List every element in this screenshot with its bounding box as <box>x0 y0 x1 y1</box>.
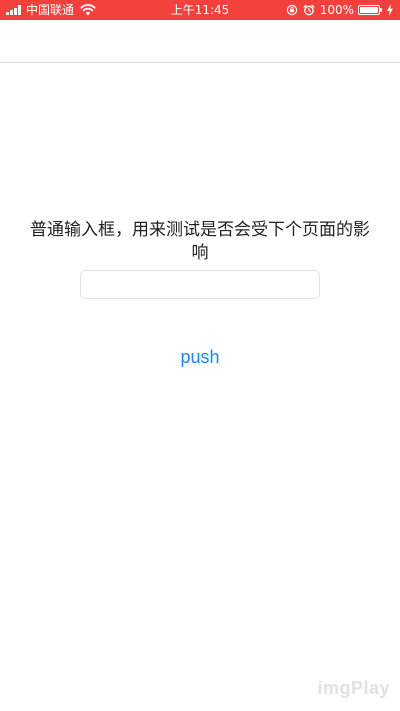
battery-percent: 100% <box>319 3 354 17</box>
text-input[interactable] <box>80 270 320 299</box>
imgplay-watermark: imgPlay <box>317 678 390 698</box>
status-right: 100% <box>286 0 394 20</box>
app-screen: 中国联通 上午11:45 100% 普通输入框，用来测试是否会受下个页面的影响 … <box>0 0 400 711</box>
status-bar: 中国联通 上午11:45 100% <box>0 0 400 20</box>
input-description-label: 普通输入框，用来测试是否会受下个页面的影响 <box>30 220 370 263</box>
rotation-lock-icon <box>286 4 297 16</box>
battery-icon <box>358 5 382 15</box>
charging-icon <box>387 4 393 16</box>
navigation-bar <box>0 20 400 63</box>
push-button[interactable]: push <box>150 340 250 374</box>
battery-fill <box>360 7 378 13</box>
alarm-icon <box>303 4 315 16</box>
